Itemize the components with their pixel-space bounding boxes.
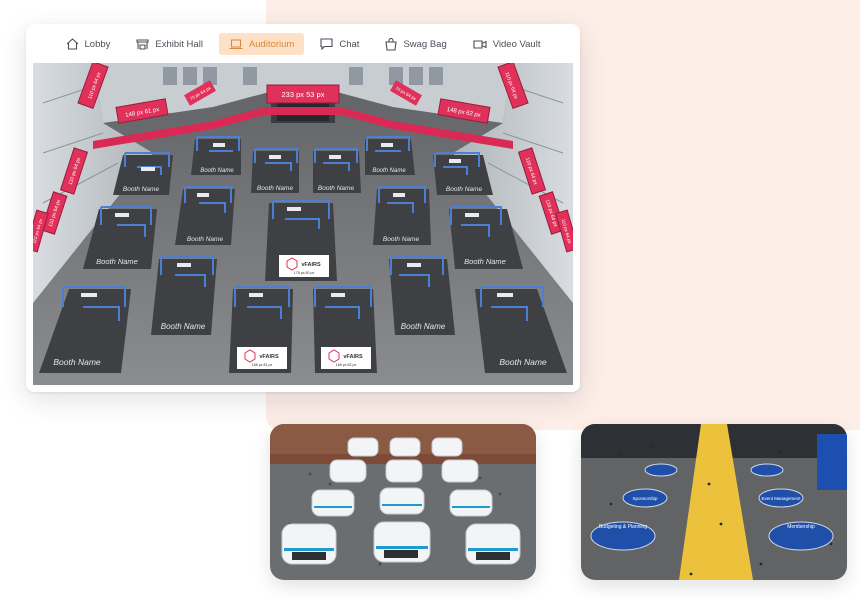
video-icon	[473, 39, 487, 50]
banner-center: 233 px 53 px	[266, 84, 340, 104]
logo-placard: vFAIRS 166 px 82 px	[321, 347, 371, 369]
nav-exhibit-hall-label: Exhibit Hall	[155, 38, 203, 50]
logo-size-text: 166 px 81 px	[252, 363, 273, 367]
logo-placard: vFAIRS 178 px 80 px	[279, 255, 329, 277]
nav-lobby-label: Lobby	[84, 38, 111, 50]
nav-lobby[interactable]: Lobby	[56, 33, 121, 55]
nav-video-vault[interactable]: Video Vault	[463, 33, 551, 55]
nav-video-vault-label: Video Vault	[492, 38, 541, 50]
nav-auditorium-label: Auditorium	[248, 38, 295, 50]
nav-chat[interactable]: Chat	[310, 33, 369, 55]
chat-icon	[320, 38, 333, 50]
nav-auditorium[interactable]: Auditorium	[218, 33, 305, 55]
logo-placard: vFAIRS 166 px 81 px	[237, 347, 287, 369]
booth-label: Booth Name	[499, 357, 547, 367]
booth-sign: Budgeting & Planning	[599, 524, 647, 530]
booth-label: Booth Name	[123, 186, 160, 193]
booth-label: Booth Name	[53, 357, 101, 367]
booth-label: Booth Name	[464, 257, 506, 266]
booth-sign: Sponsorship	[632, 496, 658, 501]
virtual-hall-window: Lobby Exhibit Hall Auditorium Chat Swag …	[26, 24, 580, 392]
booth-label: Booth Name	[372, 168, 406, 174]
logo-size-text: 178 px 80 px	[294, 271, 315, 275]
nav-swag-bag[interactable]: Swag Bag	[375, 33, 456, 55]
nav-swag-bag-label: Swag Bag	[403, 38, 447, 50]
booth-label: Booth Name	[257, 185, 294, 192]
banner-center-text: 233 px 53 px	[282, 90, 325, 99]
home-icon	[66, 38, 79, 50]
booth-label: Booth Name	[161, 322, 206, 331]
logo-text: vFAIRS	[259, 354, 279, 360]
logo-text: vFAIRS	[343, 354, 363, 360]
bag-icon	[385, 37, 398, 51]
nav-chat-label: Chat	[339, 38, 360, 50]
booth-sign: Event Management	[761, 496, 801, 501]
booth-label: Booth Name	[401, 322, 446, 331]
nav-exhibit-hall[interactable]: Exhibit Hall	[126, 33, 213, 55]
booth-label: Booth Name	[187, 236, 224, 243]
logo-size-text: 166 px 82 px	[336, 363, 357, 367]
blue-hall-thumbnail[interactable]: Sponsorship Budgeting & Planning Event M…	[581, 424, 847, 580]
booth-label: Booth Name	[446, 186, 483, 193]
booth-icon	[136, 38, 149, 50]
exhibit-hall-scene[interactable]: 233 px 53 px 148 px 61 px 148 px 62 px 7…	[33, 63, 573, 385]
booth-label: Booth Name	[318, 185, 355, 192]
top-navigation: Lobby Exhibit Hall Auditorium Chat Swag …	[26, 24, 580, 64]
booth-label: Booth Name	[96, 257, 138, 266]
booth-label: Booth Name	[200, 168, 234, 174]
booth-preview-thumbnail[interactable]	[270, 424, 536, 580]
logo-text: vFAIRS	[301, 262, 321, 268]
laptop-icon	[229, 38, 243, 50]
booth-sign: Membership	[787, 524, 815, 530]
booth-label: Booth Name	[383, 236, 420, 243]
